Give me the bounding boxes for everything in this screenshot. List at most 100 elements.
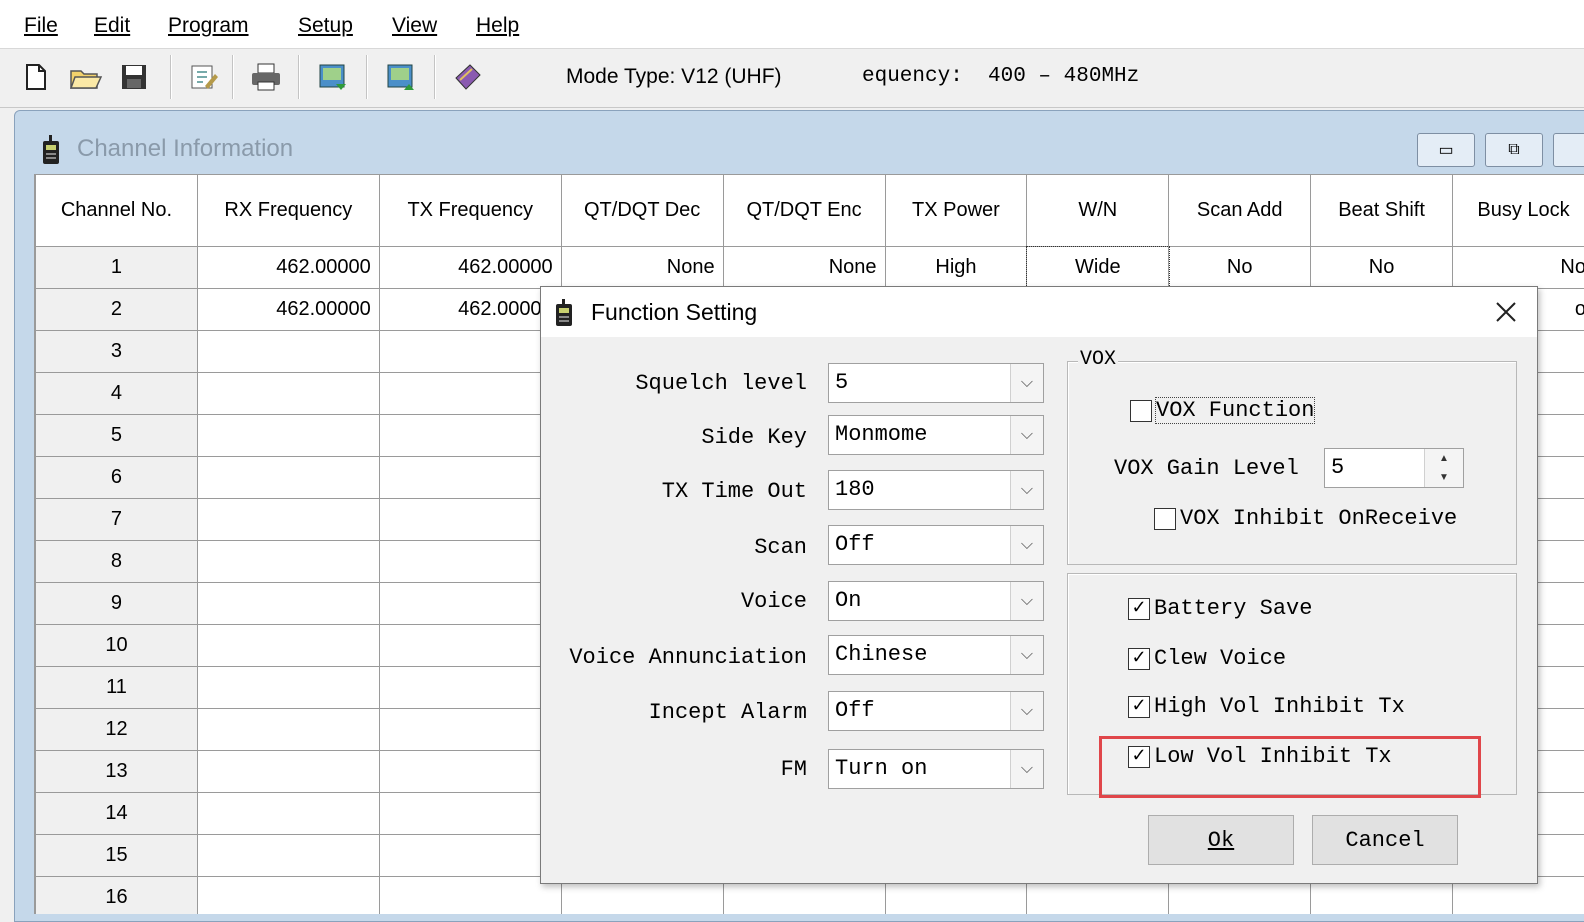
row-header-cell[interactable]: 4	[36, 373, 198, 415]
table-cell[interactable]	[197, 499, 379, 541]
new-file-icon[interactable]	[16, 55, 56, 99]
table-cell[interactable]	[379, 373, 561, 415]
row-header-cell[interactable]: 13	[36, 751, 198, 793]
menu-program[interactable]: Program	[168, 14, 249, 38]
table-cell[interactable]	[379, 793, 561, 835]
table-cell[interactable]	[379, 877, 561, 915]
table-cell[interactable]: 462.00000	[379, 289, 561, 331]
clew-voice-checkbox[interactable]: ✓Clew Voice	[1128, 646, 1286, 671]
column-header[interactable]: W/N	[1027, 175, 1169, 247]
table-cell[interactable]	[197, 793, 379, 835]
column-header[interactable]: Busy Lock	[1453, 175, 1584, 247]
column-header[interactable]: QT/DQT Enc	[723, 175, 885, 247]
spin-up-icon[interactable]: ▲	[1425, 449, 1463, 468]
table-cell[interactable]: High	[885, 247, 1027, 289]
open-folder-icon[interactable]	[66, 55, 106, 99]
table-cell[interactable]	[197, 541, 379, 583]
table-cell[interactable]	[379, 331, 561, 373]
write-radio-icon[interactable]	[382, 55, 422, 99]
print-icon[interactable]	[246, 55, 286, 99]
table-cell[interactable]: 462.00000	[379, 247, 561, 289]
table-cell[interactable]	[197, 709, 379, 751]
table-cell[interactable]	[379, 415, 561, 457]
table-cell[interactable]: None	[723, 247, 885, 289]
row-header-cell[interactable]: 15	[36, 835, 198, 877]
row-header-cell[interactable]: 2	[36, 289, 198, 331]
column-header[interactable]: Scan Add	[1169, 175, 1311, 247]
table-row[interactable]: 1462.00000462.00000NoneNoneHighWideNoNoN…	[36, 247, 1584, 289]
table-cell[interactable]	[379, 499, 561, 541]
row-header-cell[interactable]: 14	[36, 793, 198, 835]
column-header[interactable]: QT/DQT Dec	[561, 175, 723, 247]
table-cell[interactable]	[197, 373, 379, 415]
column-header[interactable]: Channel No.	[36, 175, 198, 247]
table-cell[interactable]: 462.00000	[197, 247, 379, 289]
column-header[interactable]: Beat Shift	[1311, 175, 1453, 247]
spin-down-icon[interactable]: ▼	[1425, 468, 1463, 487]
table-cell[interactable]	[379, 709, 561, 751]
table-cell[interactable]	[197, 877, 379, 915]
save-icon[interactable]	[114, 55, 154, 99]
close-button[interactable]	[1489, 295, 1523, 329]
column-header[interactable]: TX Power	[885, 175, 1027, 247]
table-cell[interactable]	[197, 415, 379, 457]
table-cell[interactable]	[197, 625, 379, 667]
table-cell[interactable]	[379, 835, 561, 877]
cancel-button[interactable]: Cancel	[1312, 815, 1458, 865]
row-header-cell[interactable]: 16	[36, 877, 198, 915]
table-cell[interactable]: No	[1453, 247, 1584, 289]
table-cell[interactable]	[197, 457, 379, 499]
table-cell[interactable]	[197, 751, 379, 793]
voice-annunciation-select[interactable]: Chinese⌵	[828, 635, 1044, 675]
row-header-cell[interactable]: 12	[36, 709, 198, 751]
menu-view[interactable]: View	[392, 14, 437, 38]
ok-button[interactable]: Ok	[1148, 815, 1294, 865]
table-cell[interactable]	[379, 457, 561, 499]
table-cell[interactable]: 462.00000	[197, 289, 379, 331]
column-header[interactable]: RX Frequency	[197, 175, 379, 247]
battery-save-checkbox[interactable]: ✓Battery Save	[1128, 596, 1312, 621]
side-key-select[interactable]: Monmome⌵	[828, 415, 1044, 455]
menu-edit[interactable]: Edit	[94, 14, 130, 38]
row-header-cell[interactable]: 3	[36, 331, 198, 373]
squelch-level-select[interactable]: 5⌵	[828, 363, 1044, 403]
table-cell[interactable]	[379, 751, 561, 793]
table-cell[interactable]: Wide	[1027, 247, 1169, 289]
row-header-cell[interactable]: 8	[36, 541, 198, 583]
row-header-cell[interactable]: 7	[36, 499, 198, 541]
voice-select[interactable]: On⌵	[828, 581, 1044, 621]
close-window-button[interactable]	[1553, 133, 1584, 167]
read-radio-icon[interactable]	[314, 55, 354, 99]
row-header-cell[interactable]: 9	[36, 583, 198, 625]
edit-icon[interactable]	[184, 55, 224, 99]
table-cell[interactable]: None	[561, 247, 723, 289]
menu-file[interactable]: File	[24, 14, 58, 38]
row-header-cell[interactable]: 1	[36, 247, 198, 289]
table-cell[interactable]	[379, 625, 561, 667]
fm-select[interactable]: Turn on⌵	[828, 749, 1044, 789]
minimize-button[interactable]: ▭	[1417, 133, 1475, 167]
row-header-cell[interactable]: 10	[36, 625, 198, 667]
tx-time-out-select[interactable]: 180⌵	[828, 470, 1044, 510]
table-cell[interactable]	[379, 667, 561, 709]
table-cell[interactable]	[197, 667, 379, 709]
row-header-cell[interactable]: 11	[36, 667, 198, 709]
vox-inhibit-onreceive-checkbox[interactable]: VOX Inhibit OnReceive	[1154, 506, 1457, 531]
incept-alarm-select[interactable]: Off⌵	[828, 691, 1044, 731]
menu-help[interactable]: Help	[476, 14, 519, 38]
menu-setup[interactable]: Setup	[298, 14, 353, 38]
column-header[interactable]: TX Frequency	[379, 175, 561, 247]
table-cell[interactable]	[197, 331, 379, 373]
scan-select[interactable]: Off⌵	[828, 525, 1044, 565]
table-cell[interactable]	[379, 541, 561, 583]
table-cell[interactable]: No	[1311, 247, 1453, 289]
row-header-cell[interactable]: 6	[36, 457, 198, 499]
restore-button[interactable]: ⧉	[1485, 133, 1543, 167]
table-cell[interactable]	[197, 583, 379, 625]
high-vol-inhibit-tx-checkbox[interactable]: ✓High Vol Inhibit Tx	[1128, 694, 1405, 719]
vox-gain-level-spinner[interactable]: 5 ▲ ▼	[1324, 448, 1464, 488]
table-cell[interactable]	[197, 835, 379, 877]
table-cell[interactable]: No	[1169, 247, 1311, 289]
vox-function-checkbox[interactable]: VOX Function	[1130, 398, 1314, 423]
book-icon[interactable]	[448, 55, 488, 99]
